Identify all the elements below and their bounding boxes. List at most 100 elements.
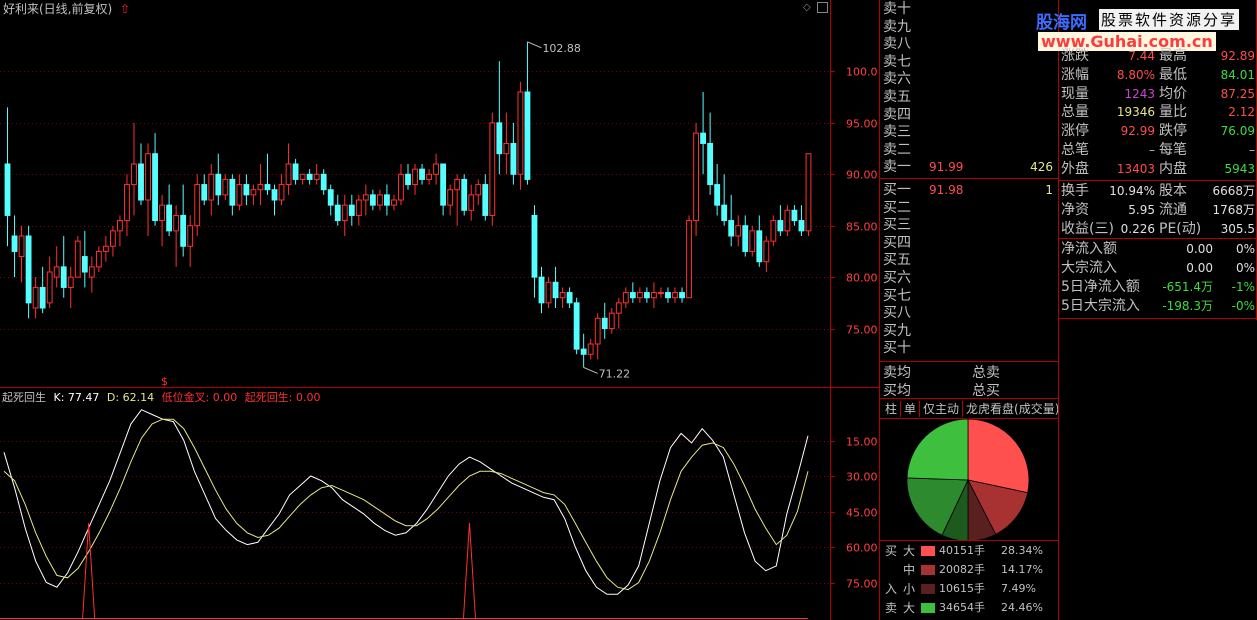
candle (721, 174, 728, 226)
tab-bar[interactable]: 柱 (882, 401, 902, 417)
sell-level[interactable]: 卖八 (883, 36, 1055, 53)
candle-body (60, 266, 67, 288)
sell-level[interactable]: 卖七 (883, 54, 1055, 71)
candle (714, 164, 721, 216)
candle (686, 215, 692, 299)
stat-row: 外盘 13403 内盘 5943 (1061, 160, 1255, 178)
candle (102, 236, 109, 262)
buy-level[interactable]: 买一 91.98 1 (883, 182, 1055, 199)
candle-body (679, 292, 685, 299)
legend-percent: 14.17% (1001, 563, 1043, 576)
candle-body (299, 173, 306, 180)
sell-level[interactable]: 卖三 (883, 124, 1055, 141)
candle (166, 184, 173, 236)
legend-volume: 10615手 (939, 582, 985, 595)
candle (672, 287, 678, 303)
indicator-cross-value: 低位金叉: 0.00 (161, 391, 238, 404)
candle-body (250, 189, 257, 196)
flow-label: 大宗流入 (1061, 260, 1117, 276)
total-sell-label: 总卖 (972, 365, 1000, 381)
buy-level[interactable]: 买六 (883, 270, 1055, 287)
buy-level[interactable]: 买八 (883, 305, 1055, 322)
order-level-volume: 426 (1030, 160, 1053, 175)
candle-body (587, 343, 594, 355)
stat-label: 内盘 (1159, 160, 1187, 177)
candle-body (334, 204, 341, 222)
order-level-label: 卖一 (883, 159, 911, 176)
candle (362, 184, 369, 216)
candle (229, 174, 236, 216)
candle (18, 225, 25, 283)
buy-level[interactable]: 买三 (883, 217, 1055, 234)
flow-label: 5日大宗流入 (1061, 298, 1140, 314)
candle-body (67, 276, 74, 288)
stat-label: 涨停 (1061, 123, 1089, 140)
sell-level[interactable]: 卖一 91.99 426 (883, 159, 1055, 176)
tab-single[interactable]: 单 (901, 401, 921, 417)
stat-label: 总笔 (1061, 142, 1089, 158)
candle (503, 112, 510, 175)
buy-level[interactable]: 买四 (883, 235, 1055, 252)
candle-body (215, 173, 222, 196)
sell-level[interactable]: 卖九 (883, 19, 1055, 36)
candle (327, 184, 334, 216)
candle (756, 215, 763, 267)
candle-body (433, 163, 440, 175)
order-level-label: 买二 (883, 199, 911, 216)
candle (320, 169, 327, 195)
candle (299, 173, 306, 185)
order-level-label: 卖四 (883, 106, 911, 123)
pie-slice (906, 418, 969, 481)
buy-level[interactable]: 买十 (883, 340, 1055, 357)
sell-level[interactable]: 卖六 (883, 71, 1055, 88)
candle-body (749, 230, 756, 252)
candle (531, 205, 538, 298)
sell-level[interactable]: 卖二 (883, 142, 1055, 159)
buy-level[interactable]: 买九 (883, 323, 1055, 340)
indicator-tick-label: 45.00 (846, 507, 878, 520)
buy-level[interactable]: 买二 (883, 200, 1055, 217)
tab-dragon-tiger[interactable]: 龙虎看盘(成交量)法 (963, 401, 1058, 417)
order-level-label: 买六 (883, 270, 911, 286)
buy-level[interactable]: 买五 (883, 252, 1055, 269)
candle (88, 256, 95, 293)
indicator-line-d (3, 418, 809, 591)
buy-level[interactable]: 买七 (883, 288, 1055, 305)
candle-body (475, 184, 482, 196)
flow-value: 0.00 (1186, 242, 1213, 256)
tab-active-only[interactable]: 仅主动 (920, 401, 964, 417)
candle-body (482, 184, 489, 216)
candle (285, 143, 292, 195)
flow-row: 5日大宗流入 -198.3万 -0% (1061, 297, 1255, 315)
candle (173, 205, 180, 267)
candle (145, 143, 151, 236)
order-level-price: 91.98 (929, 183, 964, 197)
candle (117, 215, 123, 247)
legend-side: 入 (885, 582, 898, 596)
stat-value: 84.01 (1220, 67, 1255, 82)
candle-body (651, 292, 657, 299)
stat-value: – (1249, 143, 1255, 157)
flow-row: 净流入额 0.00 0% (1061, 240, 1255, 258)
candle (46, 256, 53, 308)
sell-level[interactable]: 卖四 (883, 107, 1055, 124)
candle-body (46, 271, 53, 304)
sell-level[interactable]: 卖十 (883, 1, 1055, 18)
candle-body (503, 142, 510, 155)
legend-swatch (921, 584, 935, 594)
candle-body (777, 220, 784, 232)
order-level-label: 买十 (883, 340, 911, 357)
indicator-tick-label: 60.00 (846, 542, 878, 555)
candle (658, 287, 664, 298)
main-chart[interactable]: 102.88 71.22 75.00 80.00 85.00 90.00 95.00 100… (0, 0, 880, 620)
legend-percent: 24.46% (1001, 601, 1043, 614)
order-level-label: 买一 (883, 182, 911, 198)
stat-row: 收益(三) 0.226 PE(动) 305.5 (1061, 220, 1255, 238)
sell-level[interactable]: 卖五 (883, 89, 1055, 106)
order-level-label: 买八 (883, 305, 911, 322)
order-level-label: 卖九 (883, 18, 911, 35)
candle-body (285, 163, 292, 186)
candle (313, 164, 320, 185)
stat-value: 10.94% (1109, 184, 1155, 198)
stat-row: 总量 19346 量比 2.12 (1061, 103, 1255, 121)
